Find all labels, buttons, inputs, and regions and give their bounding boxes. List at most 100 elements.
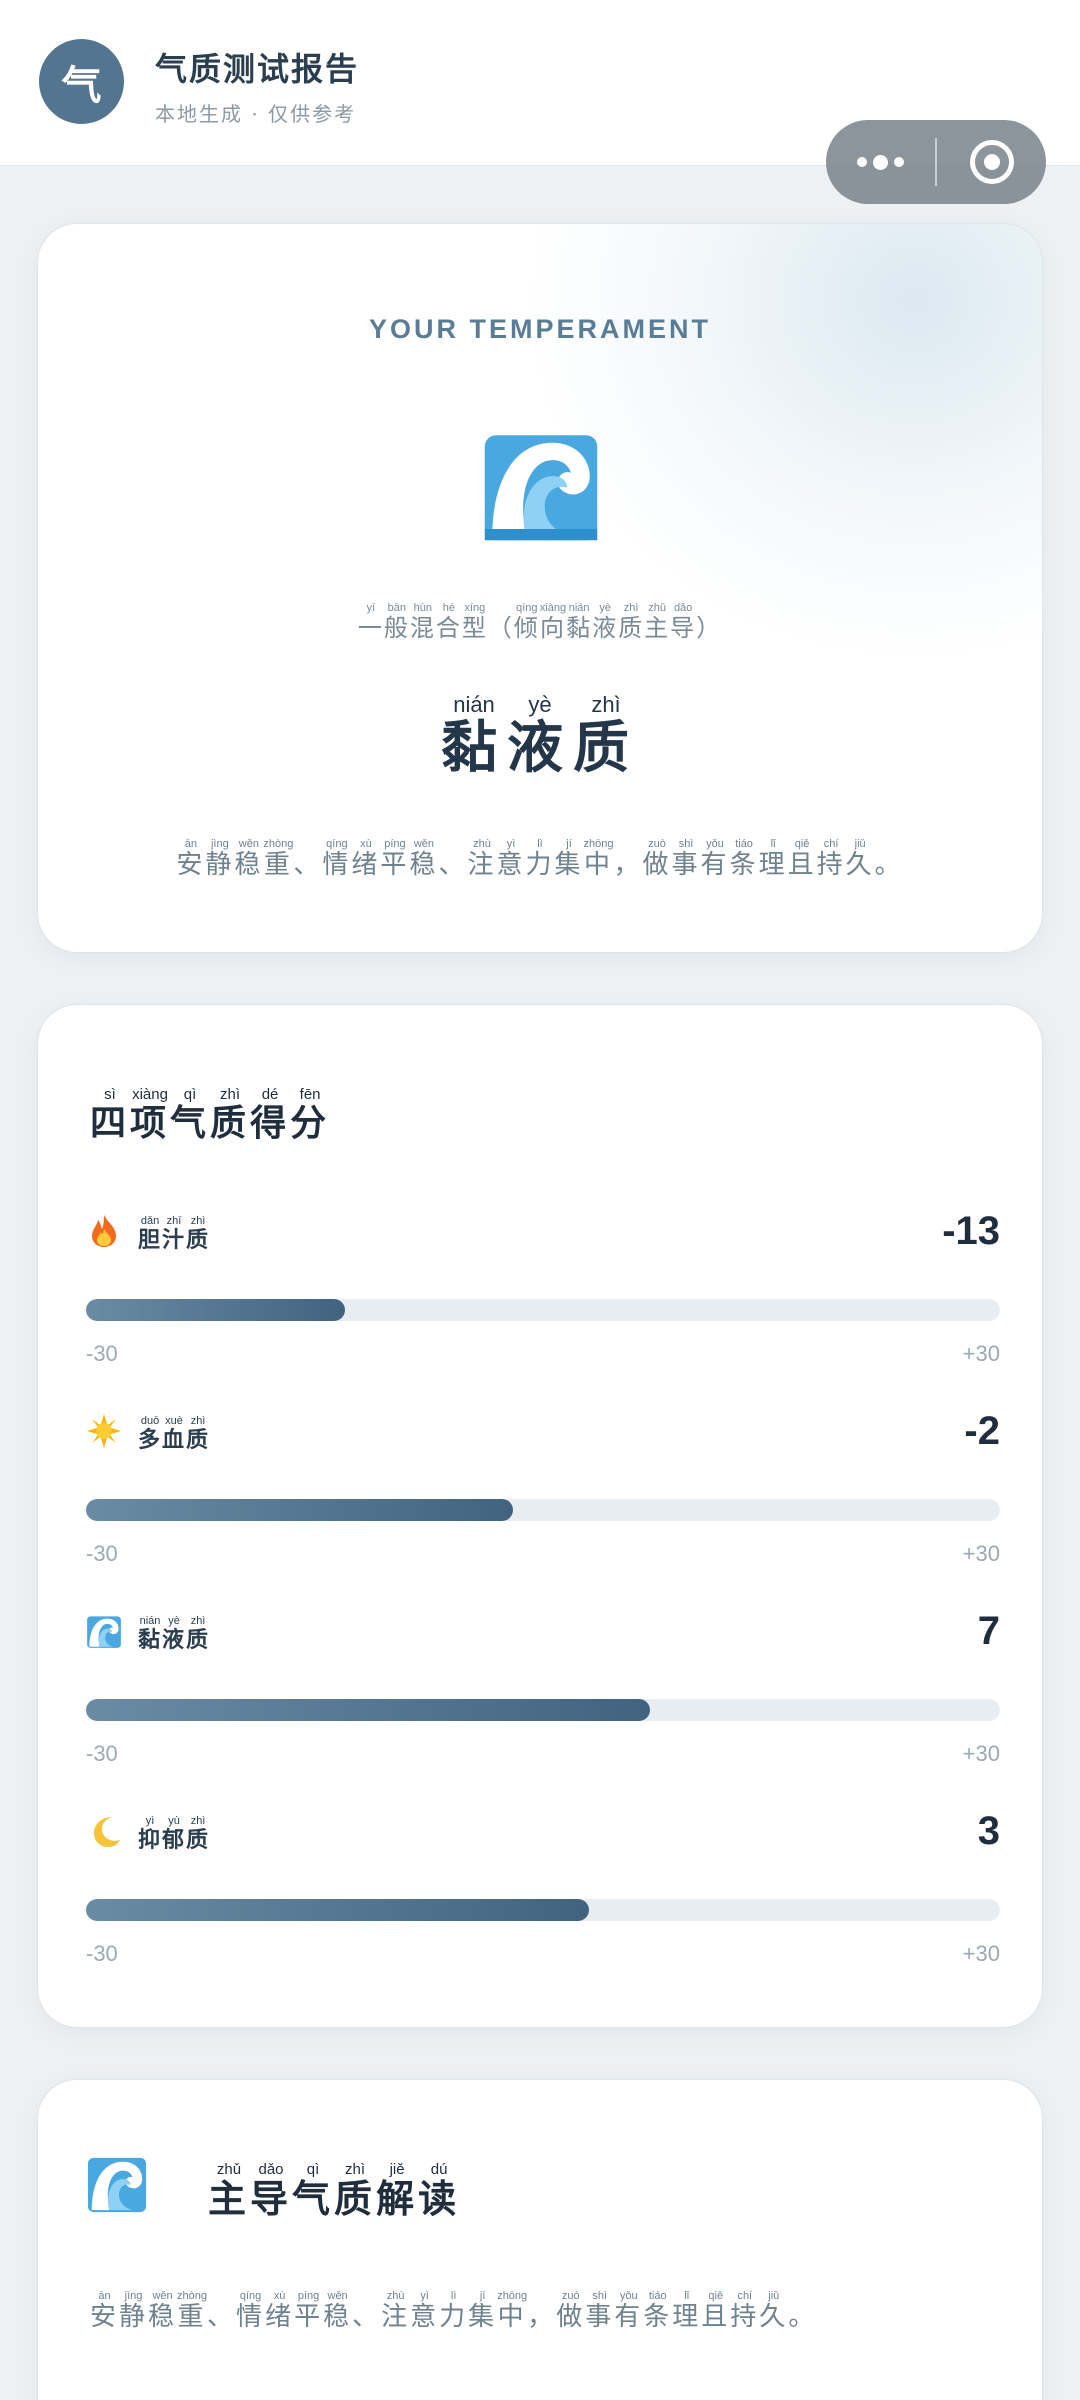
annotated-char: 、 xyxy=(352,2302,382,2332)
annotated-char: 合hé xyxy=(435,602,462,642)
score-value: 7 xyxy=(977,1609,1000,1653)
max-label: +30 xyxy=(962,1941,1000,1966)
annotated-char: 气qì xyxy=(292,2161,335,2221)
annotated-char: 黏nián xyxy=(138,1615,163,1653)
annotated-char: 稳wěn xyxy=(234,838,264,880)
score-row-sanguine: 多duō血xuè质zhì -2 -30 +30 xyxy=(86,1409,1000,1593)
annotated-char: 情qíng xyxy=(322,838,352,880)
result-pattern: 一yī般bān混hùn合hé型xíng（ 倾qīng向xiàng黏nián液yè… xyxy=(38,602,1042,643)
annotated-char: 分fēn xyxy=(290,1086,331,1144)
crescent-moon-icon xyxy=(94,1817,120,1847)
annotated-char: 、 xyxy=(207,2302,237,2332)
scores-card: 四sì项xiàng气qì质zhì得dé分fēn 胆dǎn汁zhī质zhì -13… xyxy=(37,1004,1043,2028)
score-bar xyxy=(86,1699,650,1721)
annotated-char: 条tiáo xyxy=(643,2290,673,2332)
annotated-char: 集jí xyxy=(554,838,584,880)
annotated-char: 有yǒu xyxy=(700,838,730,880)
annotated-char: 质zhì xyxy=(186,1815,211,1853)
annotated-char: 绪xù xyxy=(351,838,381,880)
annotated-char: 持chí xyxy=(816,838,846,880)
annotated-char: 且qiě xyxy=(701,2290,731,2332)
annotated-char: 导dǎo xyxy=(670,602,697,642)
annotated-char: 、 xyxy=(293,850,323,880)
annotated-char: 胆dǎn xyxy=(138,1215,163,1253)
annotated-char: 中zhōng xyxy=(583,838,614,880)
more-button[interactable] xyxy=(826,120,935,204)
annotated-char: 条tiáo xyxy=(729,838,759,880)
target-icon xyxy=(969,140,1014,184)
annotated-char: 倾qīng xyxy=(513,602,540,642)
annotated-char: 。 xyxy=(788,2302,818,2332)
annotated-char: 得dé xyxy=(250,1086,291,1144)
annotated-char: 般bān xyxy=(383,602,410,642)
annotated-char: 事shì xyxy=(671,838,701,880)
wave-icon xyxy=(484,435,598,541)
annotated-char: 力lì xyxy=(525,838,555,880)
score-row-melancholic: 抑yì郁yù质zhì 3 -30 +30 xyxy=(86,1809,1000,1993)
min-label: -30 xyxy=(86,1341,118,1366)
annotated-char: 重zhòng xyxy=(177,2290,208,2332)
annotated-char: 一yī xyxy=(357,602,384,642)
app-title: 气质测试报告 xyxy=(155,50,360,88)
app-logo: 气 xyxy=(39,39,124,124)
dominant-description: 安ān静jìng稳wěn重zhòng、 情qíng绪xù平píng稳wěn、 注… xyxy=(90,2290,817,2333)
annotated-char: 理lǐ xyxy=(758,838,788,880)
score-label: 抑yì郁yù质zhì xyxy=(138,1815,210,1854)
score-label: 多duō血xuè质zhì xyxy=(138,1415,210,1454)
mini-program-capsule xyxy=(826,120,1046,204)
annotated-char: 黏nián xyxy=(566,602,593,642)
annotated-char: 导dǎo xyxy=(250,2161,293,2221)
temperament-description: 安ān静jìng稳wěn重zhòng、 情qíng绪xù平píng稳wěn、 注… xyxy=(38,838,1042,881)
score-label: 黏nián液yè质zhì xyxy=(138,1615,210,1654)
logo-char: 气 xyxy=(61,61,102,109)
score-track xyxy=(86,1899,1000,1921)
annotated-char: 安ān xyxy=(90,2290,120,2332)
dominant-card: 主zhǔ导dǎo气qì质zhì解jiě读dú 安ān静jìng稳wěn重zhòn… xyxy=(37,2079,1043,2400)
annotated-char: 注zhù xyxy=(467,838,497,880)
annotated-char: 混hùn xyxy=(409,602,436,642)
more-dots-icon xyxy=(857,154,904,170)
annotated-char: 稳wěn xyxy=(323,2290,353,2332)
annotated-char: 质zhì xyxy=(334,2161,377,2221)
annotated-char: ， xyxy=(613,850,643,880)
score-track xyxy=(86,1299,1000,1321)
fire-icon xyxy=(92,1215,116,1247)
score-value: 3 xyxy=(977,1809,1000,1853)
annotated-char: 质zhì xyxy=(186,1615,211,1653)
annotated-char: 汁zhī xyxy=(162,1215,187,1253)
temperament-name: 黏nián液yè质zhì xyxy=(38,692,1042,784)
max-label: +30 xyxy=(962,1341,1000,1366)
annotated-char: 做zuò xyxy=(556,2290,586,2332)
annotated-char: 血xuè xyxy=(162,1415,187,1453)
result-kicker: YOUR TEMPERAMENT xyxy=(368,314,711,344)
score-track xyxy=(86,1699,1000,1721)
annotated-char: 抑yì xyxy=(138,1815,163,1853)
annotated-char: 气qì xyxy=(170,1086,211,1144)
annotated-char: 液yè xyxy=(162,1615,187,1653)
annotated-char: 绪xù xyxy=(265,2290,295,2332)
annotated-char: 黏nián xyxy=(441,692,507,781)
annotated-char: 集jí xyxy=(468,2290,498,2332)
score-value: -13 xyxy=(942,1209,1000,1253)
score-bar xyxy=(86,1499,513,1521)
scores-section-title: 四sì项xiàng气qì质zhì得dé分fēn xyxy=(90,1086,331,1146)
annotated-char: 且qiě xyxy=(787,838,817,880)
annotated-char: 力lì xyxy=(439,2290,469,2332)
wave-icon xyxy=(87,2157,147,2213)
sun-icon xyxy=(87,1414,121,1448)
max-label: +30 xyxy=(962,1541,1000,1566)
min-label: -30 xyxy=(86,1941,118,1966)
annotated-char: 主zhǔ xyxy=(208,2161,251,2221)
annotated-char: 稳wěn xyxy=(148,2290,178,2332)
score-row-choleric: 胆dǎn汁zhī质zhì -13 -30 +30 xyxy=(86,1209,1000,1393)
annotated-char: 质zhì xyxy=(186,1215,211,1253)
annotated-char: 向xiàng xyxy=(539,602,567,642)
annotated-char: 平píng xyxy=(380,838,410,880)
annotated-char: ， xyxy=(527,2302,557,2332)
annotated-char: 解jiě xyxy=(376,2161,419,2221)
close-miniprogram-button[interactable] xyxy=(937,120,1046,204)
annotated-char: 有yǒu xyxy=(614,2290,644,2332)
annotated-char: 型xíng xyxy=(461,602,488,642)
annotated-char: 静jìng xyxy=(119,2290,149,2332)
app-subtitle: 本地生成 · 仅供参考 xyxy=(155,102,357,126)
